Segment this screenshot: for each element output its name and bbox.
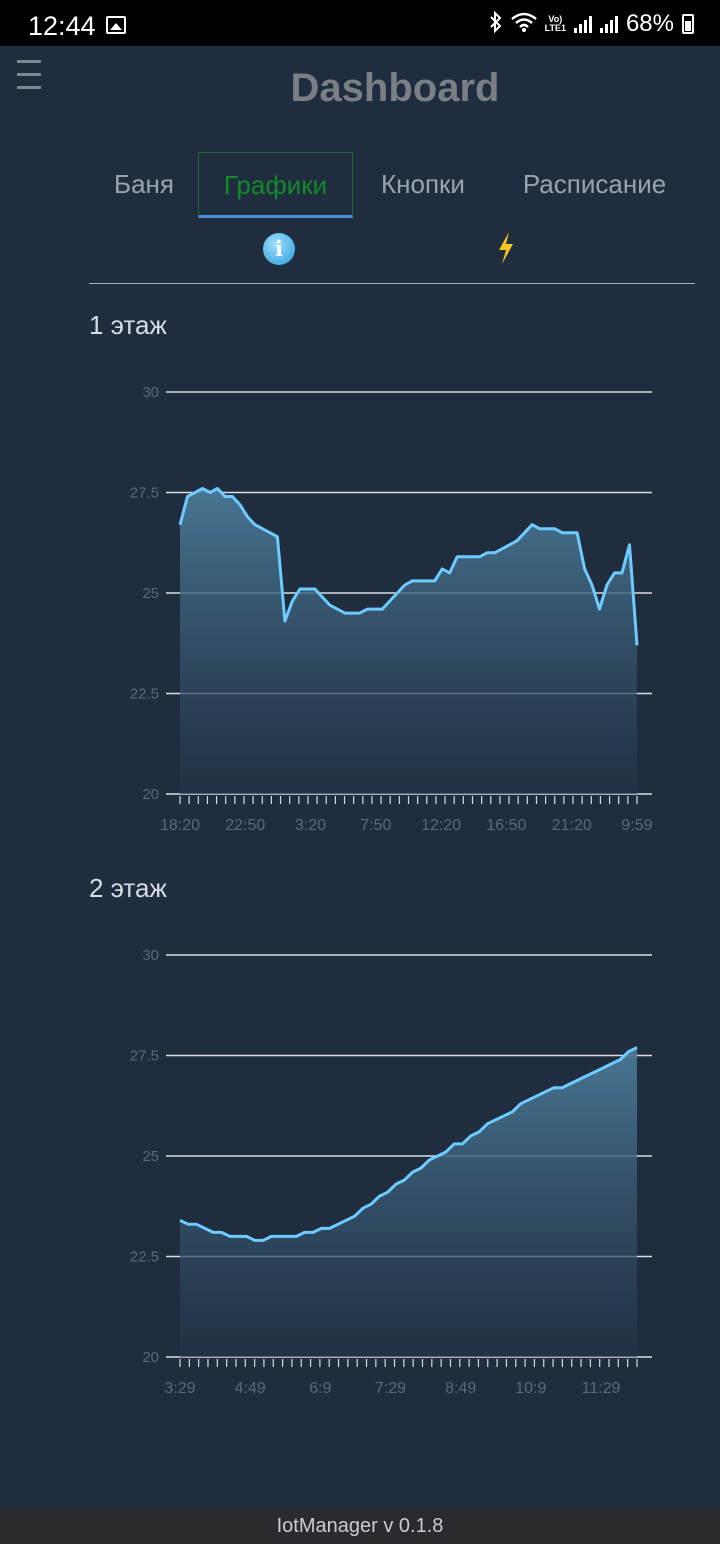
chart-title-floor1: 1 этаж xyxy=(89,310,167,340)
x-tick-label: 4:49 xyxy=(235,1380,266,1397)
status-icons: Vo) LTE1 68% xyxy=(489,10,694,38)
signal-icon-sim2 xyxy=(599,15,618,33)
info-icon[interactable]: i xyxy=(263,233,295,265)
chart-title-floor2: 2 этаж xyxy=(89,873,167,903)
signal-icon-sim1 xyxy=(573,15,592,33)
lightning-icon[interactable] xyxy=(494,230,518,266)
battery-percent: 68% xyxy=(625,10,674,37)
page-title: Dashboard xyxy=(290,66,500,110)
x-tick-label: 9:59 xyxy=(621,817,652,834)
y-tick-label: 22.5 xyxy=(130,686,159,703)
tab-knopki[interactable]: Кнопки xyxy=(362,152,484,218)
y-tick-label: 20 xyxy=(142,1349,159,1366)
series-area xyxy=(180,1047,637,1357)
y-tick-label: 22.5 xyxy=(130,1249,159,1266)
bluetooth-icon xyxy=(489,10,503,37)
x-tick-label: 7:29 xyxy=(375,1380,406,1397)
y-tick-label: 30 xyxy=(142,947,159,964)
tab-raspisanie[interactable]: Расписание xyxy=(503,152,686,218)
sub-toolbar: i xyxy=(0,230,720,270)
x-tick-label: 8:49 xyxy=(445,1380,476,1397)
y-tick-label: 25 xyxy=(142,1148,159,1165)
battery-icon xyxy=(682,14,694,34)
x-tick-label: 7:50 xyxy=(360,817,391,834)
status-time: 12:44 xyxy=(28,11,96,41)
y-tick-label: 27.5 xyxy=(130,1048,159,1065)
tab-bar: Баня Графики Кнопки Расписание xyxy=(0,152,720,218)
tab-banya[interactable]: Баня xyxy=(98,152,190,218)
x-tick-label: 21:20 xyxy=(552,817,592,834)
y-tick-label: 25 xyxy=(142,585,159,602)
x-tick-label: 18:20 xyxy=(160,817,200,834)
divider xyxy=(89,283,695,284)
volte-indicator: Vo) LTE1 xyxy=(544,14,566,33)
footer-version: IotManager v 0.1.8 xyxy=(0,1508,720,1544)
x-tick-label: 3:29 xyxy=(164,1380,195,1397)
chart-floor1: 20 22.5 25 27.5 30 18:20 22:50 3:20 7:50 12:20 16:… xyxy=(89,370,695,840)
wifi-icon xyxy=(510,12,537,36)
x-tick-label: 6:9 xyxy=(309,1380,331,1397)
chart-floor2-svg: 20 22.5 25 27.5 30 3:29 4:49 6:9 7:29 8:49 10:9 11:… xyxy=(130,947,652,1397)
x-tick-label: 16:50 xyxy=(486,817,526,834)
x-tick-label: 22:50 xyxy=(225,817,265,834)
x-tick-label: 3:20 xyxy=(295,817,326,834)
x-tick-label: 11:29 xyxy=(582,1380,621,1397)
y-tick-label: 30 xyxy=(142,384,159,401)
chart-floor2: 20 22.5 25 27.5 30 3:29 4:49 6:9 7:29 8:49 10:9 11:… xyxy=(89,933,695,1403)
y-tick-label: 20 xyxy=(142,786,159,803)
chart-floor1-svg: 20 22.5 25 27.5 30 18:20 22:50 3:20 7:50 12:20 16:… xyxy=(130,384,653,834)
series-area xyxy=(180,488,637,794)
tab-grafiki[interactable]: Графики xyxy=(198,152,353,218)
x-tick-label: 12:20 xyxy=(421,817,461,834)
y-tick-label: 27.5 xyxy=(130,485,159,502)
x-tick-label: 10:9 xyxy=(515,1380,546,1397)
gallery-notification-icon xyxy=(106,16,126,34)
status-bar: 12:44 Vo) LTE1 68% xyxy=(0,0,720,46)
